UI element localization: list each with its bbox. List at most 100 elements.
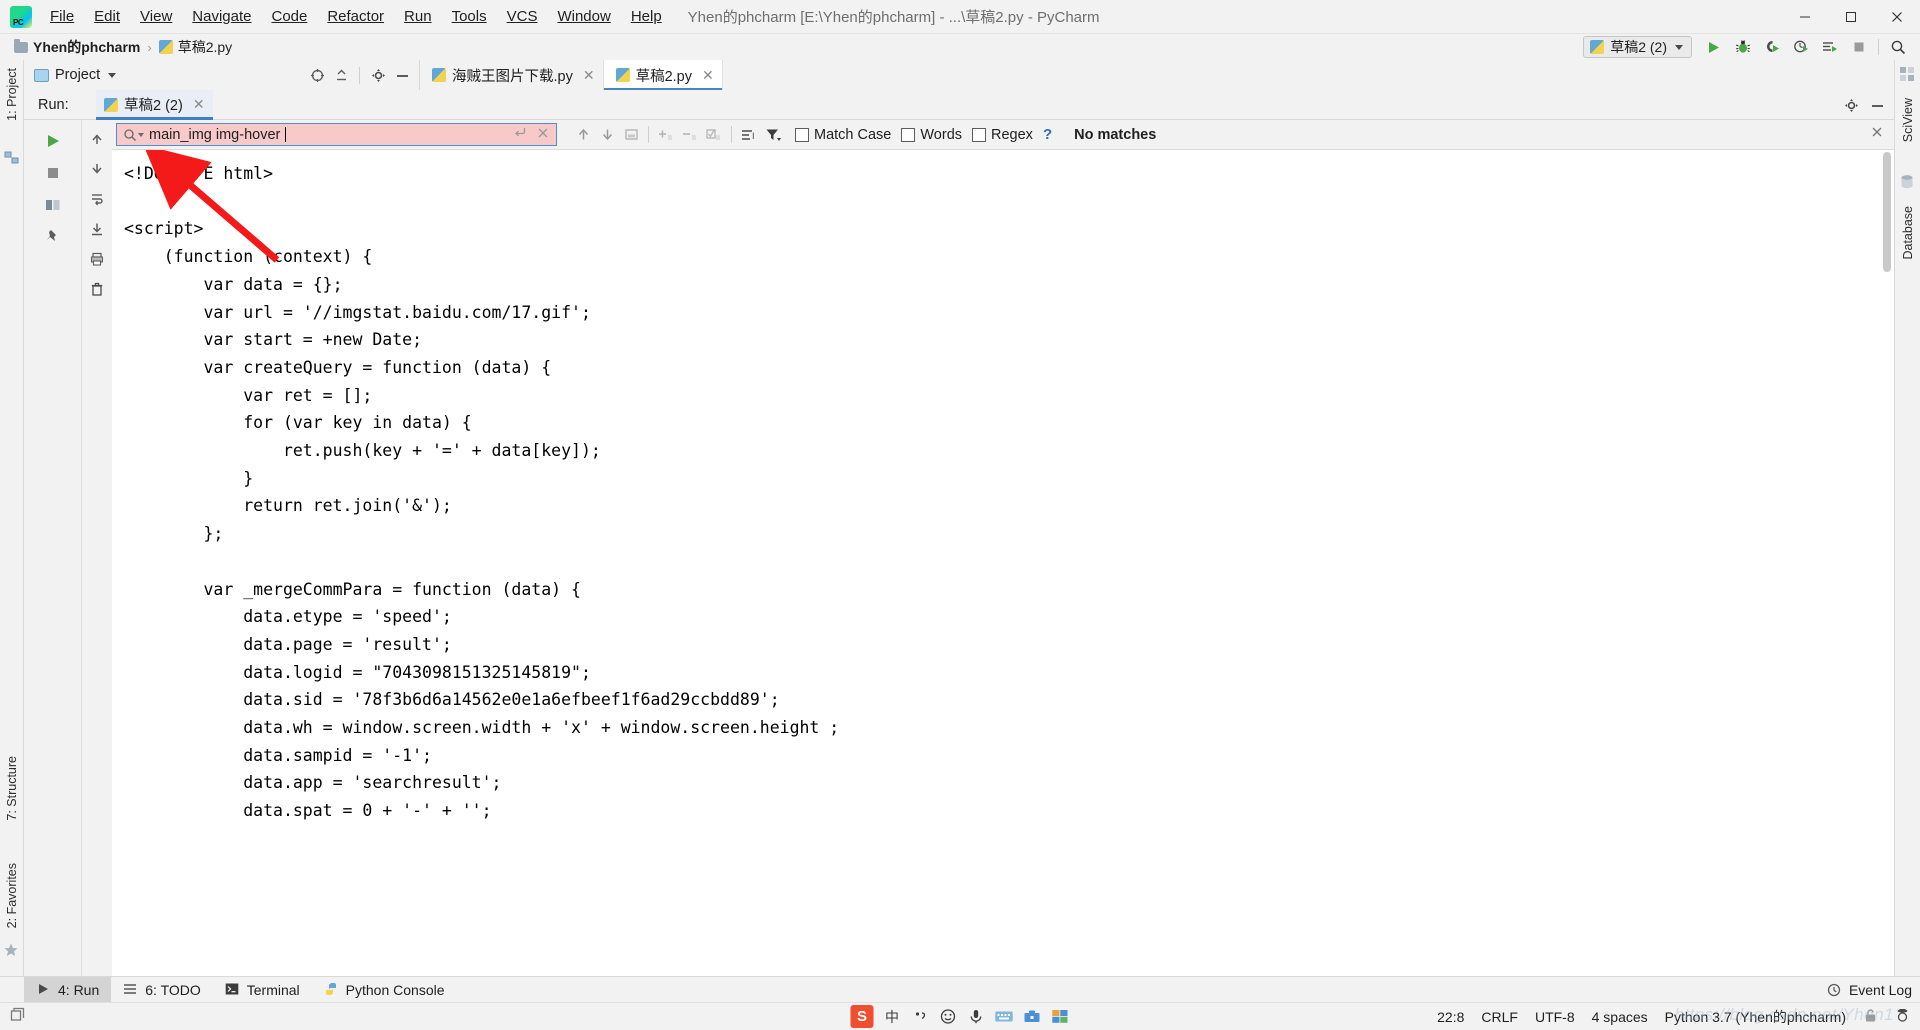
lock-icon[interactable] — [1863, 1008, 1878, 1026]
caret-position[interactable]: 22:8 — [1437, 1009, 1464, 1025]
profile-button[interactable] — [1787, 36, 1814, 58]
console-scrollbar[interactable] — [1880, 150, 1894, 976]
stop-button[interactable] — [1845, 36, 1872, 58]
help-icon[interactable]: ? — [1043, 126, 1052, 143]
arrow-down-icon — [602, 129, 612, 141]
file-encoding[interactable]: UTF-8 — [1535, 1009, 1575, 1025]
panel-icon[interactable] — [1051, 1007, 1070, 1026]
debug-button[interactable] — [1729, 36, 1756, 58]
run-settings-button[interactable] — [1840, 94, 1862, 116]
status-right: 22:8 CRLF UTF-8 4 spaces Python 3.7 (Yhe… — [1437, 1007, 1910, 1027]
close-tab-icon[interactable]: ✕ — [583, 67, 595, 84]
toggle-line-filter-button[interactable]: II — [702, 123, 726, 147]
export-button[interactable] — [85, 217, 109, 241]
sidebar-item-database[interactable]: Database — [1898, 198, 1918, 268]
match-case-checkbox[interactable]: Match Case — [795, 127, 891, 143]
scroll-down-button[interactable] — [85, 157, 109, 181]
console-output-area[interactable]: <!DOCTYPE html> <script> (function (cont… — [112, 150, 1894, 976]
minimize-button[interactable] — [1782, 0, 1828, 34]
search-everywhere-button[interactable] — [1885, 36, 1912, 58]
sidebar-item-favorites[interactable]: 2: Favorites — [2, 855, 22, 936]
chinese-mode-button[interactable]: 中 — [883, 1007, 902, 1026]
menu-edit[interactable]: Edit — [84, 4, 130, 29]
clear-all-button[interactable] — [85, 277, 109, 301]
hide-panel-button[interactable] — [391, 64, 413, 86]
soft-wrap-button[interactable] — [85, 187, 109, 211]
emoji-icon[interactable] — [939, 1007, 958, 1026]
remove-line-filter-button[interactable]: II — [678, 123, 702, 147]
print-button[interactable] — [85, 247, 109, 271]
clear-search-icon[interactable] — [536, 126, 550, 144]
menu-run[interactable]: Run — [394, 4, 442, 29]
menu-view[interactable]: View — [130, 4, 182, 29]
regex-checkbox[interactable]: Regex — [972, 127, 1033, 143]
pin-button[interactable] — [41, 225, 65, 249]
mic-icon[interactable] — [967, 1007, 986, 1026]
run-tab-caogao2[interactable]: 草稿2 (2) ✕ — [96, 89, 213, 120]
menu-code[interactable]: Code — [261, 4, 317, 29]
checkbox-lines-icon: II — [705, 128, 719, 142]
close-run-tab-icon[interactable]: ✕ — [193, 96, 205, 113]
menu-help[interactable]: Help — [621, 4, 672, 29]
filter-button[interactable] — [761, 123, 785, 147]
hector-icon[interactable] — [1895, 1008, 1910, 1026]
bottom-tab-terminal[interactable]: Terminal — [213, 977, 312, 1003]
bottom-tab-todo[interactable]: 6: TODO — [111, 977, 213, 1003]
close-button[interactable] — [1874, 0, 1920, 34]
menu-window[interactable]: Window — [547, 4, 620, 29]
search-history-icon[interactable] — [513, 125, 528, 144]
sidebar-item-sciview[interactable]: SciView — [1898, 90, 1918, 150]
coverage-button[interactable] — [1758, 36, 1785, 58]
breadcrumb-project[interactable]: Yhen的phcharm — [14, 37, 140, 57]
next-match-button[interactable] — [595, 123, 619, 147]
svg-text:II: II — [692, 135, 696, 142]
run-with-console-button[interactable] — [1816, 36, 1843, 58]
search-input[interactable]: main_img img-hover — [116, 123, 557, 146]
close-tab-icon[interactable]: ✕ — [702, 67, 714, 84]
punctuation-icon[interactable] — [911, 1007, 930, 1026]
close-search-button[interactable] — [1870, 125, 1884, 144]
bottom-tab-python-console[interactable]: Python Console — [312, 977, 457, 1003]
indent-setting[interactable]: 4 spaces — [1592, 1009, 1648, 1025]
menu-vcs[interactable]: VCS — [497, 4, 548, 29]
maximize-button[interactable] — [1828, 0, 1874, 34]
words-checkbox[interactable]: Words — [901, 127, 962, 143]
settings-button[interactable] — [367, 64, 389, 86]
favorites-star-icon[interactable] — [3, 942, 21, 960]
editor-tab-haizeiwang[interactable]: 海贼王图片下载.py ✕ — [420, 60, 604, 90]
sidebar-item-structure[interactable]: 7: Structure — [2, 748, 22, 829]
menu-navigate-label: Navigate — [192, 8, 252, 25]
hide-all-windows-icon[interactable] — [10, 1007, 27, 1027]
sidebar-item-project[interactable]: 1: Project — [2, 60, 22, 129]
sogou-icon[interactable]: S — [850, 1005, 874, 1028]
line-separator[interactable]: CRLF — [1481, 1009, 1518, 1025]
scrollbar-thumb[interactable] — [1883, 152, 1891, 272]
prev-match-button[interactable] — [571, 123, 595, 147]
scroll-up-button[interactable] — [85, 127, 109, 151]
keyboard-icon[interactable] — [995, 1007, 1014, 1026]
menu-navigate[interactable]: Navigate — [182, 4, 261, 29]
stop-run-button[interactable] — [41, 161, 65, 185]
event-log-area[interactable]: Event Log — [1827, 982, 1912, 998]
editor-tab-caogao2[interactable]: 草稿2.py ✕ — [603, 60, 723, 90]
menu-file[interactable]: File — [40, 4, 84, 29]
status-left — [0, 1007, 27, 1027]
collapse-all-button[interactable] — [330, 64, 352, 86]
add-line-filter-button[interactable]: II — [654, 123, 678, 147]
toolbox-icon[interactable] — [1023, 1007, 1042, 1026]
breadcrumb-file[interactable]: 草稿2.py — [158, 37, 232, 57]
locate-button[interactable] — [306, 64, 328, 86]
select-all-occurrences-button[interactable] — [619, 123, 643, 147]
chevron-down-icon[interactable] — [108, 72, 117, 78]
hide-run-window-button[interactable] — [1866, 94, 1888, 116]
menu-tools[interactable]: Tools — [442, 4, 497, 29]
layout-button[interactable] — [41, 193, 65, 217]
bottom-tab-run[interactable]: 4: Run — [24, 976, 112, 1003]
python-interpreter[interactable]: Python 3.7 (Yhen的phcharm) — [1665, 1007, 1846, 1027]
menu-refactor[interactable]: Refactor — [317, 4, 394, 29]
run-button[interactable] — [1700, 36, 1727, 58]
run-configuration-selector[interactable]: 草稿2 (2) — [1583, 36, 1692, 58]
rerun-button[interactable] — [41, 129, 65, 153]
run-tool-window: Run: 草稿2 (2) ✕ main_img img-hover II II … — [24, 89, 1894, 976]
filter-lines-button[interactable]: I — [737, 123, 761, 147]
